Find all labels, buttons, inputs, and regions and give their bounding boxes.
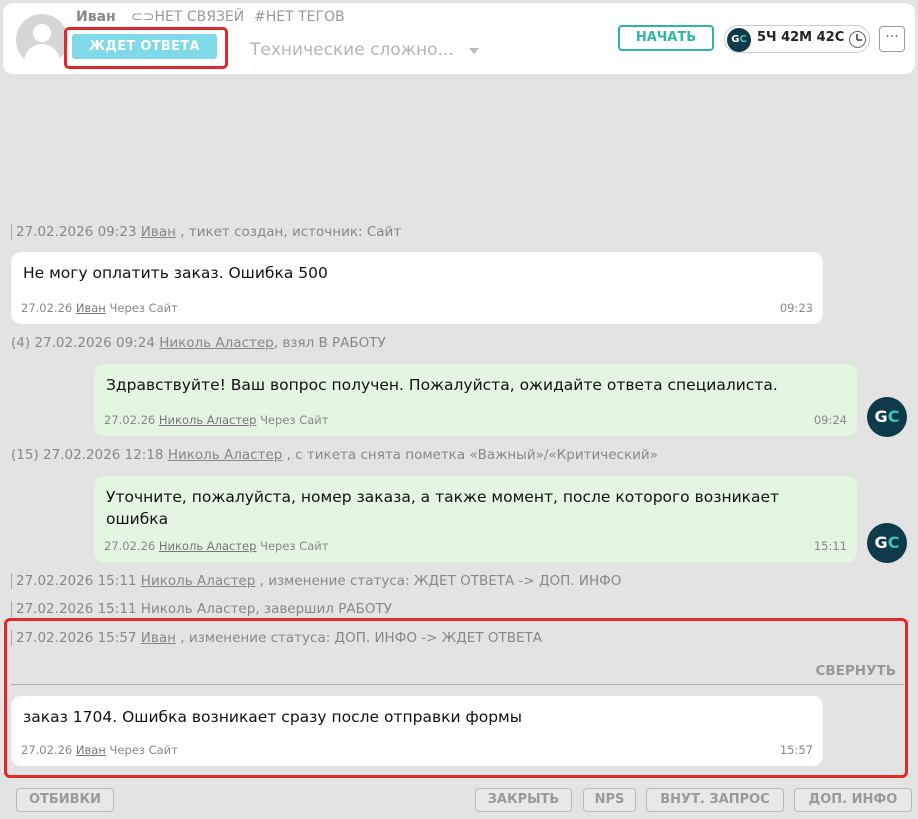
nps-button[interactable]: NPS xyxy=(583,788,636,812)
templates-button[interactable]: ОТБИВКИ xyxy=(16,788,114,812)
message-date: 27.02.26 xyxy=(21,743,73,757)
event-text: , тикет создан, источник: Сайт xyxy=(180,224,402,240)
timer-value: 5Ч 42М 42С xyxy=(757,30,845,45)
event-user[interactable]: Николь Аластер xyxy=(141,601,256,617)
event-user-link[interactable]: Николь Аластер xyxy=(168,447,283,463)
message-text: Не могу оплатить заказ. Ошибка 500 xyxy=(23,264,328,282)
message-author-link[interactable]: Иван xyxy=(76,301,106,315)
event-user-link[interactable]: Николь Аластер xyxy=(141,573,256,589)
event-date: 27.02.2026 09:23 xyxy=(16,224,137,240)
clock-icon[interactable] xyxy=(849,31,866,48)
message-date: 27.02.26 xyxy=(104,413,156,427)
divider xyxy=(11,684,904,685)
start-button[interactable]: НАЧАТЬ xyxy=(618,25,714,51)
message-author-link[interactable]: Николь Аластер xyxy=(159,539,257,553)
event-user-link[interactable]: Иван xyxy=(141,630,176,646)
event-log-line: (15) 27.02.2026 12:18 Николь Аластер , с… xyxy=(11,447,658,463)
event-date: 27.02.2026 09:24 xyxy=(34,335,155,351)
message-bubble-agent: Здравствуйте! Ваш вопрос получен. Пожалу… xyxy=(94,364,857,436)
message-date: 27.02.26 xyxy=(21,301,73,315)
extra-info-button[interactable]: ДОП. ИНФО xyxy=(794,788,912,812)
agent-logo-icon: GC xyxy=(727,28,751,52)
close-ticket-button[interactable]: ЗАКРЫТЬ xyxy=(475,788,572,812)
event-log-line: (4) 27.02.2026 09:24 Николь Аластер, взя… xyxy=(11,335,386,351)
message-text: заказ 1704. Ошибка возникает сразу после… xyxy=(23,708,522,726)
message-bubble-client: Не могу оплатить заказ. Ошибка 500 27.02… xyxy=(11,252,823,324)
message-source: Через Сайт xyxy=(260,413,329,427)
event-text: , взял В РАБОТУ xyxy=(273,335,386,351)
logo-letter-c: C xyxy=(887,407,900,426)
event-date: 27.02.2026 15:11 xyxy=(16,601,137,617)
links-indicator[interactable]: ⊂⊃НЕТ СВЯЗЕЙ xyxy=(131,9,244,25)
status-badge[interactable]: ЖДЕТ ОТВЕТА xyxy=(72,34,217,59)
message-author-link[interactable]: Николь Аластер xyxy=(159,413,257,427)
message-author-link[interactable]: Иван xyxy=(76,743,106,757)
event-log-line: 27.02.2026 15:11 Николь Аластер , измене… xyxy=(11,573,621,589)
event-log-line: 27.02.2026 15:11 Николь Аластер, заверши… xyxy=(11,601,392,617)
message-meta: 27.02.26 Иван Через Сайт xyxy=(21,743,178,757)
message-time: 15:57 xyxy=(779,743,813,757)
avatar-body xyxy=(24,44,60,66)
avatar-head xyxy=(33,24,51,42)
message-source: Через Сайт xyxy=(109,743,178,757)
event-text: , с тикета снята пометка «Важный»/«Крити… xyxy=(286,447,658,463)
message-bubble-agent: Уточните, пожалуйста, номер заказа, а та… xyxy=(94,476,857,562)
message-time: 09:23 xyxy=(779,301,813,315)
event-log-line: 27.02.2026 15:57 Иван , изменение статус… xyxy=(11,630,542,646)
category-dropdown[interactable]: Технические сложно... xyxy=(250,40,454,60)
event-user-link[interactable]: Иван xyxy=(141,224,176,240)
agent-avatar-icon: GC xyxy=(867,523,907,563)
message-meta: 27.02.26 Николь Аластер Через Сайт xyxy=(104,413,328,427)
event-text: , изменение статуса: ЖДЕТ ОТВЕТА -> ДОП.… xyxy=(259,573,622,589)
tags-indicator[interactable]: #НЕТ ТЕГОВ xyxy=(254,9,345,25)
event-date: 27.02.2026 15:11 xyxy=(16,573,137,589)
message-source: Через Сайт xyxy=(260,539,329,553)
event-count[interactable]: (4) xyxy=(11,335,30,351)
message-time: 15:11 xyxy=(813,539,847,553)
event-text: , завершил РАБОТУ xyxy=(255,601,392,617)
message-time: 09:24 xyxy=(813,413,847,427)
logo-letter-c: C xyxy=(739,34,747,45)
event-log-line: 27.02.2026 09:23 Иван , тикет создан, ис… xyxy=(11,224,401,240)
internal-request-button[interactable]: ВНУТ. ЗАПРОС xyxy=(646,788,784,812)
message-meta: 27.02.26 Николь Аластер Через Сайт xyxy=(104,539,328,553)
logo-letter-c: C xyxy=(887,533,900,552)
event-date: 27.02.2026 12:18 xyxy=(43,447,164,463)
customer-name[interactable]: Иван xyxy=(76,9,116,25)
agent-avatar-icon: GC xyxy=(867,397,907,437)
customer-avatar xyxy=(16,14,68,66)
collapse-button[interactable]: СВЕРНУТЬ xyxy=(815,663,896,679)
link-icon: ⊂⊃ xyxy=(131,9,155,25)
message-text: Уточните, пожалуйста, номер заказа, а та… xyxy=(106,488,780,528)
message-meta: 27.02.26 Иван Через Сайт xyxy=(21,301,178,315)
links-label: НЕТ СВЯЗЕЙ xyxy=(154,9,245,25)
message-text: Здравствуйте! Ваш вопрос получен. Пожалу… xyxy=(106,376,778,394)
chevron-down-icon[interactable] xyxy=(469,48,479,54)
more-options-button[interactable]: ··· xyxy=(879,26,905,52)
message-bubble-client: заказ 1704. Ошибка возникает сразу после… xyxy=(11,696,823,766)
event-date: 27.02.2026 15:57 xyxy=(16,630,137,646)
message-date: 27.02.26 xyxy=(104,539,156,553)
message-source: Через Сайт xyxy=(109,301,178,315)
logo-letter-g: G xyxy=(874,407,888,426)
logo-letter-g: G xyxy=(874,533,888,552)
event-count[interactable]: (15) xyxy=(11,447,39,463)
event-text: , изменение статуса: ДОП. ИНФО -> ЖДЕТ О… xyxy=(180,630,543,646)
event-user-link[interactable]: Николь Аластер xyxy=(159,335,274,351)
ticket-timer: GC 5Ч 42М 42С xyxy=(724,25,870,53)
